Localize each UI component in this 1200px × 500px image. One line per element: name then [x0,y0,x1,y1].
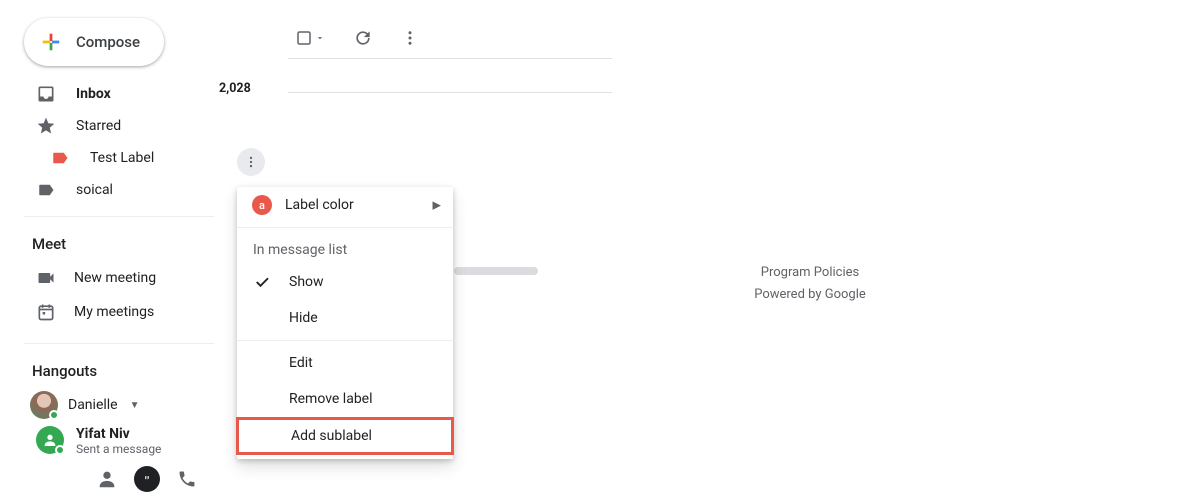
sidebar-item-inbox[interactable]: Inbox 2,028 [0,78,232,110]
hangouts-current-user[interactable]: Danielle ▼ [0,388,232,422]
label-icon [36,180,56,200]
menu-separator [237,340,453,341]
presence-indicator [55,445,65,455]
menu-item-label: Edit [289,355,313,371]
menu-item-show[interactable]: Show [237,264,453,300]
color-swatch-icon: a [251,194,273,216]
kebab-icon [244,155,258,169]
footer: Program Policies Powered by Google [720,262,900,306]
menu-item-remove-label[interactable]: Remove label [237,381,453,417]
chat-footer-icons [90,464,204,494]
compose-button[interactable]: Compose [24,18,164,66]
select-all-checkbox[interactable] [295,29,325,47]
meet-item-label: My meetings [74,304,154,320]
list-divider [288,92,612,93]
sidebar-item-test-label[interactable]: Test Label [0,142,232,174]
sidebar-item-label: Test Label [90,150,154,166]
chat-text: Yifat Niv Sent a message [76,426,161,456]
hangouts-bubble-icon[interactable] [134,466,160,492]
meet-my-meetings[interactable]: My meetings [0,295,232,329]
menu-item-add-sublabel[interactable]: Add sublabel [236,417,454,455]
label-context-menu: a Label color ▶ In message list Show Hid… [237,187,453,459]
chat-subtitle: Sent a message [76,442,161,456]
sidebar-item-label: Inbox [76,86,111,102]
sidebar-item-soical[interactable]: soical [0,174,232,206]
horizontal-scrollbar-thumb[interactable] [454,267,538,275]
menu-item-label-color[interactable]: a Label color ▶ [237,187,453,223]
footer-link-policies[interactable]: Program Policies [720,262,900,284]
camera-icon [36,268,56,288]
meet-new-meeting[interactable]: New meeting [0,261,232,295]
menu-separator [237,227,453,228]
hangouts-chat-item[interactable]: Yifat Niv Sent a message [0,422,232,464]
person-icon[interactable] [90,464,124,494]
footer-link-powered[interactable]: Powered by Google [720,284,900,306]
menu-item-label: Hide [289,310,318,326]
label-options-button[interactable] [237,148,265,176]
meet-item-label: New meeting [74,270,156,286]
refresh-button[interactable] [353,28,373,48]
menu-item-label: Remove label [289,391,373,407]
calendar-icon [36,302,56,322]
label-icon [50,148,70,168]
hangouts-user-name: Danielle [68,397,118,413]
inbox-count: 2,028 [219,81,251,96]
toolbar-divider [288,58,612,59]
avatar [36,426,64,454]
hangouts-section-title: Hangouts [0,354,232,388]
sidebar: Inbox 2,028 Starred Test Label soical Me… [0,78,232,464]
chat-name: Yifat Niv [76,426,161,442]
chevron-down-icon: ▼ [130,400,140,411]
compose-label: Compose [76,33,140,51]
menu-item-label: Add sublabel [291,428,372,444]
check-icon [251,271,273,293]
more-button[interactable] [401,29,419,47]
meet-section-title: Meet [0,227,232,261]
menu-item-label: Show [289,274,324,290]
plus-icon [40,31,62,53]
star-icon [36,116,56,136]
sidebar-item-starred[interactable]: Starred [0,110,232,142]
sidebar-item-label: Starred [76,118,121,134]
presence-indicator [49,410,59,420]
chevron-right-icon: ▶ [433,199,441,212]
menu-section-label: In message list [237,232,453,264]
mail-toolbar [295,18,419,58]
sidebar-separator [24,216,214,217]
sidebar-separator [24,343,214,344]
menu-item-label: Label color [285,197,354,213]
sidebar-item-label: soical [76,182,113,198]
menu-item-edit[interactable]: Edit [237,345,453,381]
dropdown-caret-icon [315,33,325,43]
inbox-icon [36,84,56,104]
phone-icon[interactable] [170,464,204,494]
avatar [30,391,58,419]
menu-item-hide[interactable]: Hide [237,300,453,336]
